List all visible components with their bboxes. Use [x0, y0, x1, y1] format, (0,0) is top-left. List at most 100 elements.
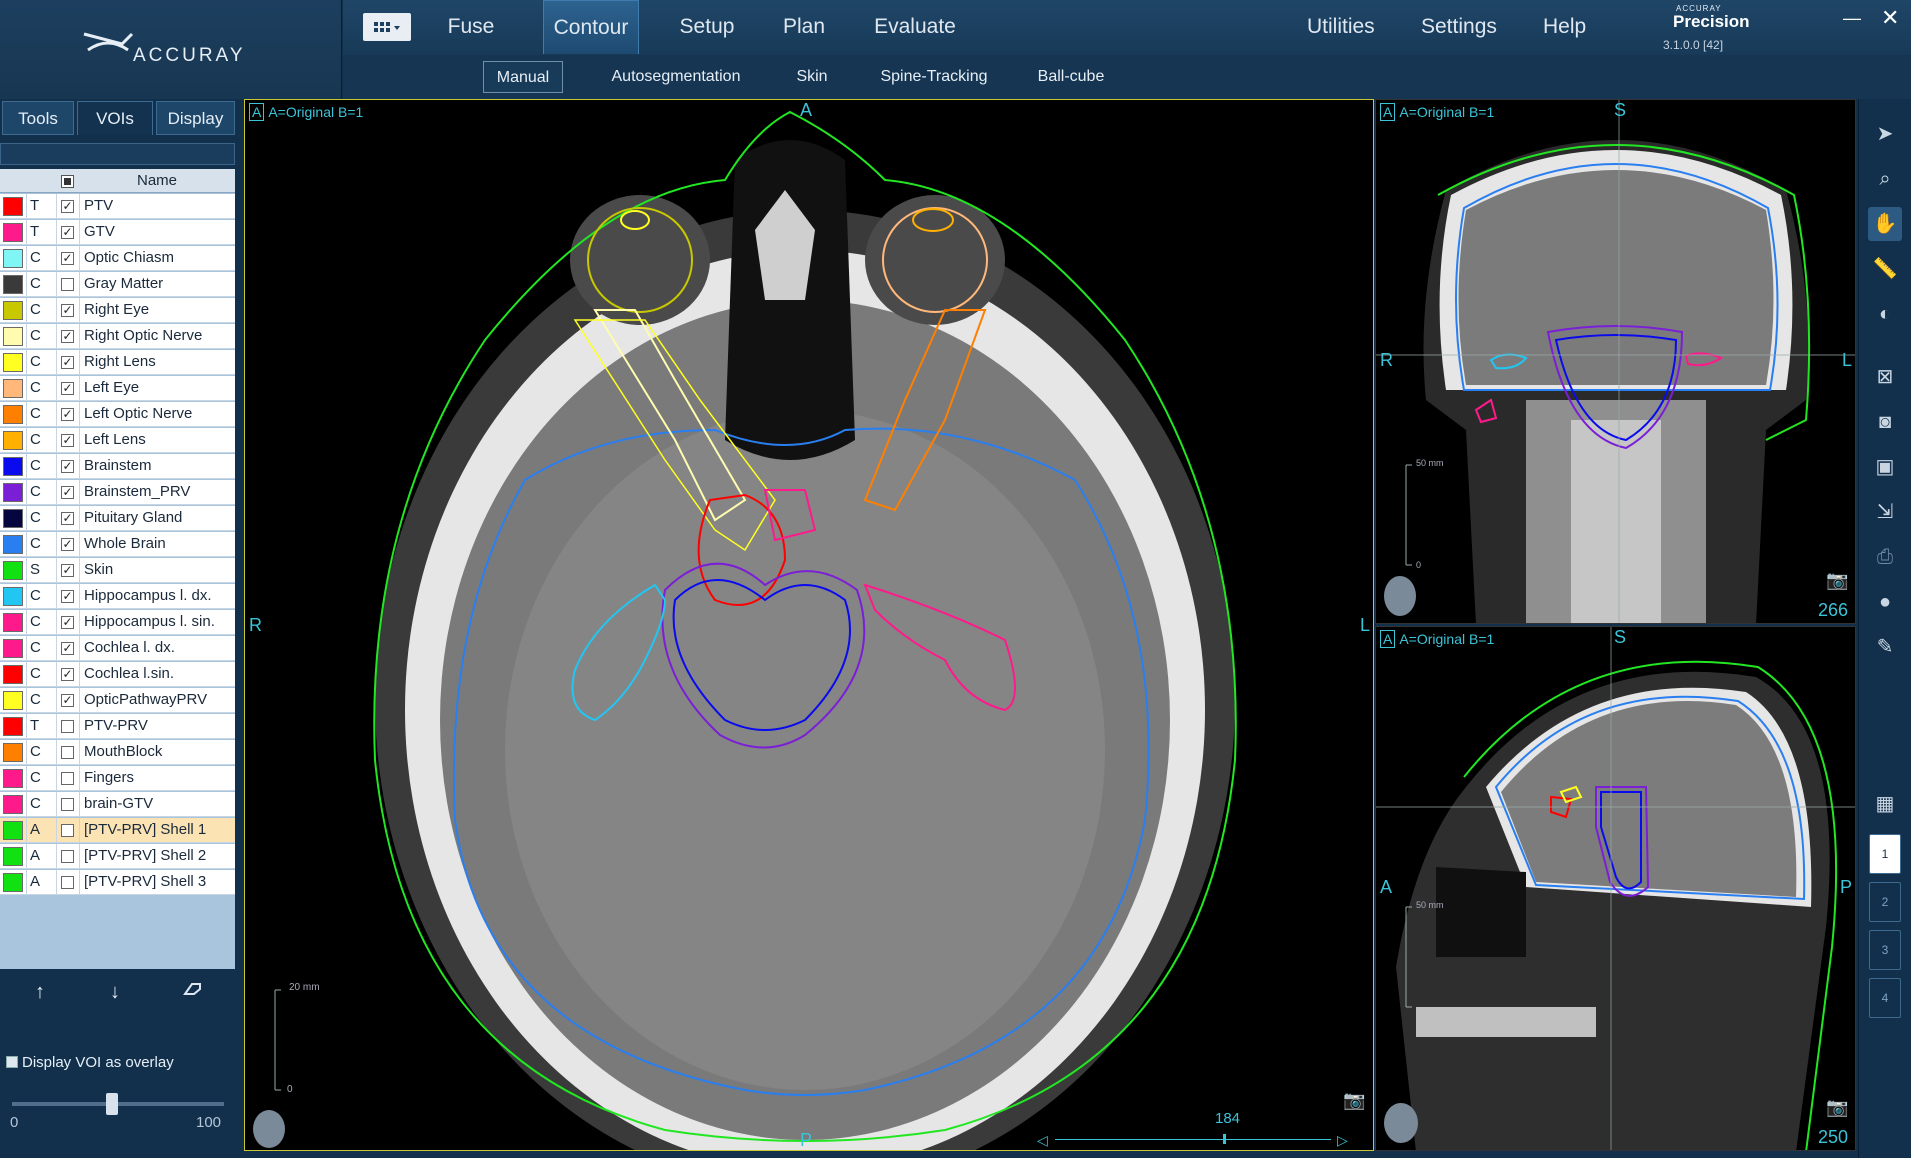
save-icon[interactable]: ▣: [1868, 450, 1902, 484]
voi-row[interactable]: T ✓ PTV: [0, 194, 235, 219]
utilities-menu[interactable]: Utilities: [1307, 0, 1375, 54]
voi-color-swatch[interactable]: [3, 353, 23, 372]
overlay-checkbox[interactable]: [6, 1056, 18, 1068]
page-1-button[interactable]: 1: [1869, 834, 1901, 874]
voi-visibility-checkbox[interactable]: [61, 746, 74, 759]
voi-row[interactable]: C ✓ Right Eye: [0, 298, 235, 323]
voi-color-swatch[interactable]: [3, 379, 23, 398]
voi-row[interactable]: S ✓ Skin: [0, 558, 235, 583]
slice-left-arrow-icon[interactable]: ◁: [1037, 1132, 1048, 1149]
voi-color-swatch[interactable]: [3, 223, 23, 242]
voi-row[interactable]: C ✓ Whole Brain: [0, 532, 235, 557]
voi-color-swatch[interactable]: [3, 821, 23, 840]
voi-row[interactable]: C ✓ Optic Chiasm: [0, 246, 235, 271]
voi-color-swatch[interactable]: [3, 327, 23, 346]
voi-color-swatch[interactable]: [3, 249, 23, 268]
subtab-manual[interactable]: Manual: [483, 61, 563, 93]
tab-vois[interactable]: VOIs: [77, 101, 153, 135]
voi-row[interactable]: C ✓ Hippocampus l. dx.: [0, 584, 235, 609]
voi-row[interactable]: A [PTV-PRV] Shell 1: [0, 818, 235, 843]
print-icon[interactable]: ⎙: [1868, 540, 1902, 574]
voi-row[interactable]: C ✓ Cochlea l.sin.: [0, 662, 235, 687]
voi-visibility-checkbox[interactable]: ✓: [61, 668, 74, 681]
tab-evaluate[interactable]: Evaluate: [863, 0, 967, 54]
voi-visibility-checkbox[interactable]: ✓: [61, 460, 74, 473]
camera-icon[interactable]: 📷: [1826, 1097, 1848, 1118]
voi-color-swatch[interactable]: [3, 665, 23, 684]
voi-filter-field[interactable]: [0, 143, 235, 165]
voi-row[interactable]: A [PTV-PRV] Shell 2: [0, 844, 235, 869]
voi-row[interactable]: T PTV-PRV: [0, 714, 235, 739]
opacity-slider-thumb[interactable]: [105, 1093, 118, 1115]
voi-color-swatch[interactable]: [3, 873, 23, 892]
ruler-tool-icon[interactable]: 📏: [1868, 252, 1902, 286]
camera-icon[interactable]: 📷: [1826, 570, 1848, 591]
voi-color-swatch[interactable]: [3, 431, 23, 450]
axial-viewport[interactable]: A A=Original B=1 A P R L 20 mm 0 184 ◁ ▷ …: [244, 99, 1374, 1151]
voi-color-swatch[interactable]: [3, 847, 23, 866]
voi-row[interactable]: C ✓ Hippocampus l. sin.: [0, 610, 235, 635]
voi-row[interactable]: C ✓ Right Lens: [0, 350, 235, 375]
select-all-checkbox[interactable]: [61, 175, 74, 188]
voi-color-swatch[interactable]: [3, 535, 23, 554]
page-3-button[interactable]: 3: [1869, 930, 1901, 970]
move-up-icon[interactable]: ↑: [25, 977, 55, 1007]
subtab-ball-cube[interactable]: Ball-cube: [1021, 61, 1121, 93]
camera-icon[interactable]: 📷: [1343, 1090, 1365, 1111]
voi-visibility-checkbox[interactable]: ✓: [61, 616, 74, 629]
voi-color-swatch[interactable]: [3, 769, 23, 788]
voi-row[interactable]: C ✓ Right Optic Nerve: [0, 324, 235, 349]
voi-row[interactable]: C ✓ Left Lens: [0, 428, 235, 453]
voi-color-swatch[interactable]: [3, 457, 23, 476]
voi-color-swatch[interactable]: [3, 405, 23, 424]
voi-visibility-checkbox[interactable]: ✓: [61, 252, 74, 265]
tab-fuse[interactable]: Fuse: [431, 0, 511, 54]
brush-tool-icon[interactable]: ✎: [1868, 630, 1902, 664]
voi-row[interactable]: Cbrain-GTV: [0, 792, 235, 817]
voi-visibility-checkbox[interactable]: [61, 772, 74, 785]
window-level-icon[interactable]: ◐: [1868, 297, 1902, 331]
voi-row[interactable]: C ✓ OpticPathwayPRV: [0, 688, 235, 713]
zoom-tool-icon[interactable]: ⌕: [1868, 162, 1902, 196]
minimize-icon[interactable]: —: [1843, 8, 1861, 29]
voi-visibility-checkbox[interactable]: ✓: [61, 590, 74, 603]
voi-row[interactable]: C ✓ Cochlea l. dx.: [0, 636, 235, 661]
subtab-skin[interactable]: Skin: [779, 61, 845, 93]
voi-visibility-checkbox[interactable]: ✓: [61, 486, 74, 499]
voi-visibility-checkbox[interactable]: ✓: [61, 434, 74, 447]
voi-row[interactable]: T ✓ GTV: [0, 220, 235, 245]
move-down-icon[interactable]: ↓: [100, 977, 130, 1007]
voi-visibility-checkbox[interactable]: ✓: [61, 408, 74, 421]
voi-color-swatch[interactable]: [3, 795, 23, 814]
voi-visibility-checkbox[interactable]: [61, 850, 74, 863]
voi-color-swatch[interactable]: [3, 275, 23, 294]
screenshot-icon[interactable]: ◙: [1868, 405, 1902, 439]
voi-color-swatch[interactable]: [3, 587, 23, 606]
voi-row[interactable]: C ✓ Left Optic Nerve: [0, 402, 235, 427]
voi-row[interactable]: C ✓ Brainstem: [0, 454, 235, 479]
voi-color-swatch[interactable]: [3, 691, 23, 710]
voi-visibility-checkbox[interactable]: ✓: [61, 382, 74, 395]
voi-color-swatch[interactable]: [3, 743, 23, 762]
tab-contour[interactable]: Contour: [543, 0, 639, 54]
voi-visibility-checkbox[interactable]: [61, 720, 74, 733]
subtab-autosegmentation[interactable]: Autosegmentation: [593, 61, 759, 93]
voi-row[interactable]: C ✓ Brainstem_PRV: [0, 480, 235, 505]
voi-color-swatch[interactable]: [3, 717, 23, 736]
voi-row[interactable]: C Gray Matter: [0, 272, 235, 297]
voi-visibility-checkbox[interactable]: [61, 876, 74, 889]
overlay-toggle[interactable]: Display VOI as overlay: [6, 1054, 174, 1071]
voi-visibility-checkbox[interactable]: ✓: [61, 304, 74, 317]
slice-thumb[interactable]: [1223, 1134, 1226, 1144]
voi-visibility-checkbox[interactable]: [61, 798, 74, 811]
pan-tool-icon[interactable]: ✋: [1868, 207, 1902, 241]
voi-row[interactable]: C ✓ Left Eye: [0, 376, 235, 401]
voi-row[interactable]: C Fingers: [0, 766, 235, 791]
user-icon[interactable]: ●: [1868, 585, 1902, 619]
export-icon[interactable]: ⇲: [1868, 495, 1902, 529]
page-4-button[interactable]: 4: [1869, 978, 1901, 1018]
help-menu[interactable]: Help: [1543, 0, 1586, 54]
slice-slider[interactable]: ◁ ▷: [1037, 1132, 1357, 1149]
close-icon[interactable]: ✕: [1881, 5, 1899, 31]
voi-visibility-checkbox[interactable]: ✓: [61, 694, 74, 707]
